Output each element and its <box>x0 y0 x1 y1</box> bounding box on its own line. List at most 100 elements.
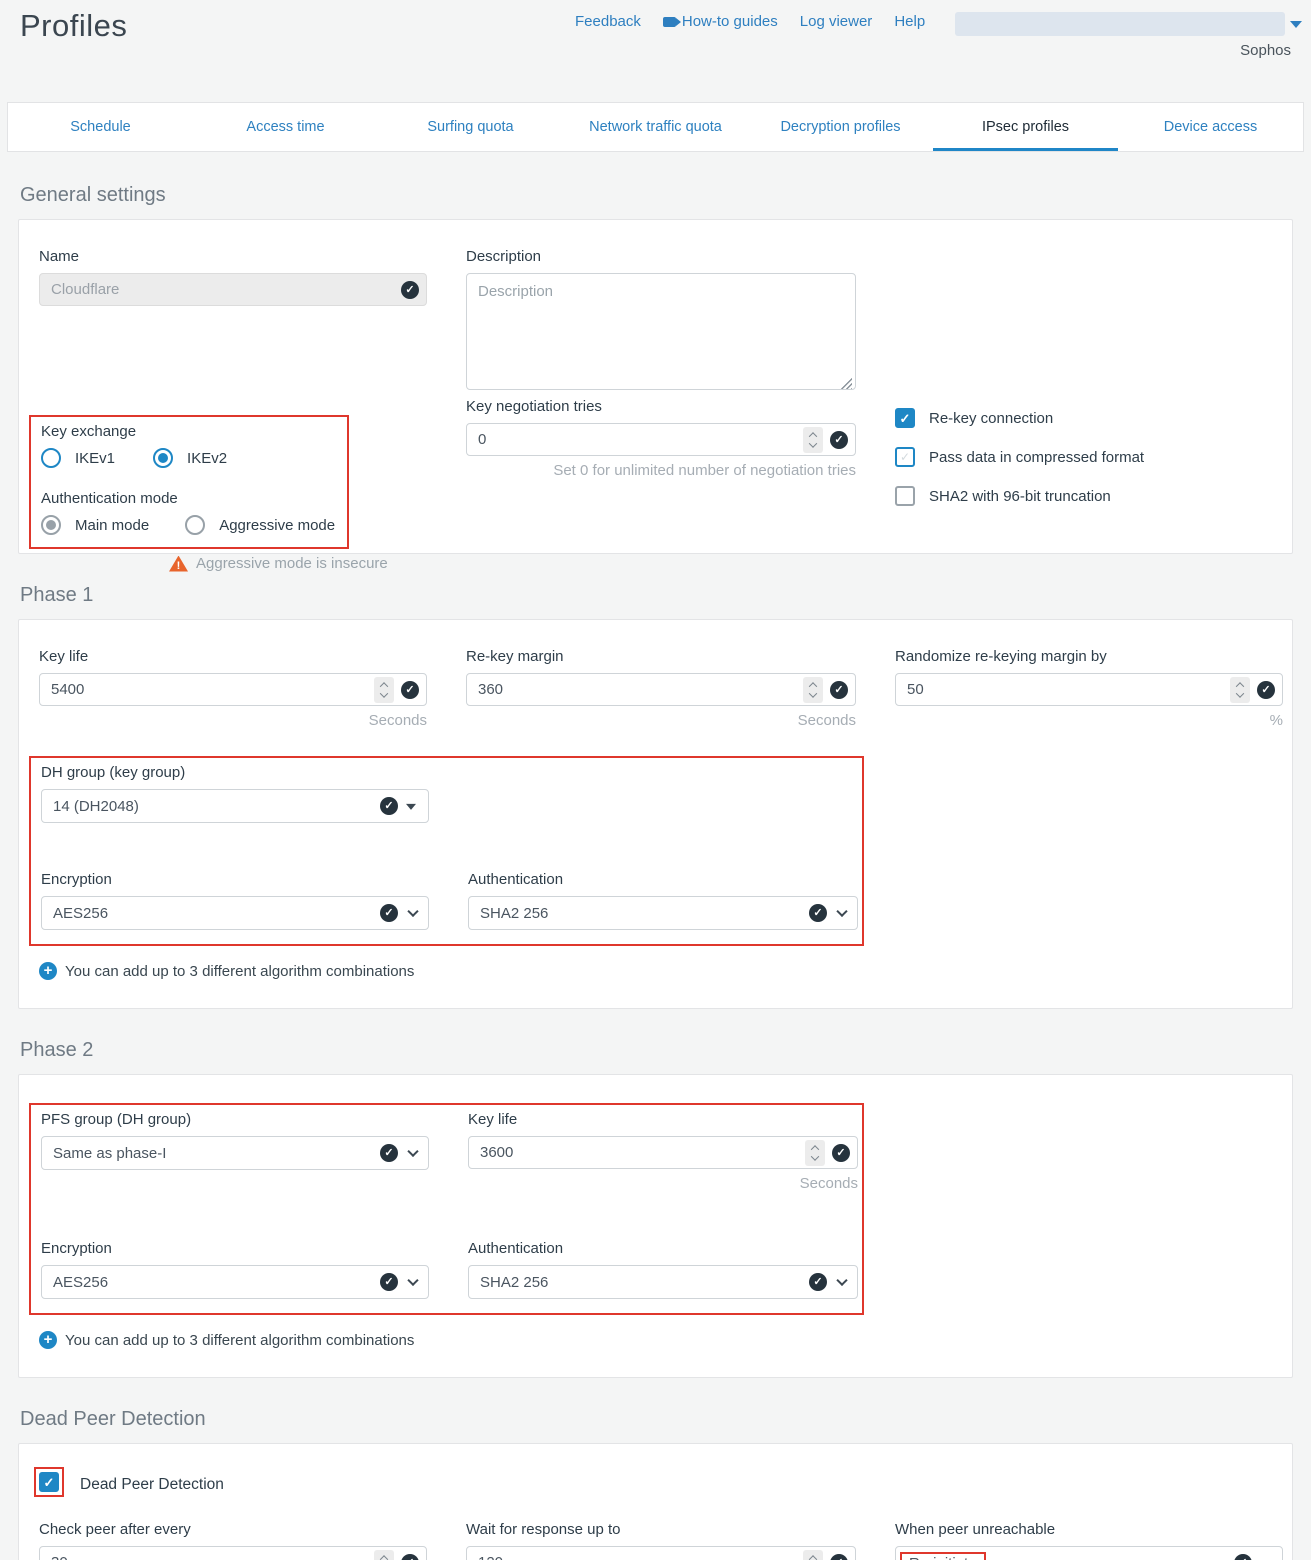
dropdown-caret-icon <box>406 804 416 810</box>
phase2-algorithms-annotation-box: PFS group (DH group) Same as phase-I Key… <box>29 1103 864 1315</box>
number-spinner[interactable] <box>803 1550 823 1560</box>
aggressive-mode-radio-icon <box>185 515 205 535</box>
number-spinner[interactable] <box>1230 677 1250 703</box>
tab-network-traffic-quota[interactable]: Network traffic quota <box>563 103 748 151</box>
phase2-heading: Phase 2 <box>20 1039 1291 1062</box>
rekey-connection-option[interactable]: Re-key connection <box>895 408 1283 428</box>
phase2-encryption-select[interactable]: AES256 <box>41 1265 429 1299</box>
video-camera-icon <box>663 17 676 27</box>
valid-check-icon <box>401 1554 419 1560</box>
dpd-enable-checkbox-icon[interactable] <box>39 1472 59 1492</box>
chevron-down-icon <box>1261 1556 1272 1560</box>
name-field-group: Name <box>39 248 427 395</box>
compressed-format-option[interactable]: Pass data in compressed format <box>895 447 1283 467</box>
valid-check-icon <box>830 1554 848 1560</box>
page-title: Profiles <box>20 8 127 44</box>
valid-check-icon <box>401 281 419 299</box>
phase2-authentication-select[interactable]: SHA2 256 <box>468 1265 858 1299</box>
valid-check-icon <box>401 681 419 699</box>
phase1-dh-group-select[interactable]: 14 (DH2048) <box>41 789 429 823</box>
key-negotiation-input[interactable] <box>466 423 856 456</box>
rekey-connection-checkbox-icon <box>895 408 915 428</box>
phase1-key-life-input[interactable] <box>39 673 427 706</box>
valid-check-icon <box>380 797 398 815</box>
help-link[interactable]: Help <box>894 13 925 30</box>
warning-triangle-icon <box>169 556 188 572</box>
tab-surfing-quota[interactable]: Surfing quota <box>378 103 563 151</box>
sophos-logo: Sophos <box>1240 42 1291 59</box>
phase2-encryption-group: Encryption AES256 <box>41 1240 429 1299</box>
valid-check-icon <box>830 431 848 449</box>
tab-device-access[interactable]: Device access <box>1118 103 1303 151</box>
key-negotiation-group: Key negotiation tries Set 0 for unlimite… <box>466 398 856 525</box>
description-textarea[interactable] <box>466 273 856 390</box>
general-settings-heading: General settings <box>20 184 1291 207</box>
chevron-down-icon <box>407 906 418 917</box>
account-caret-icon[interactable] <box>1290 21 1302 28</box>
add-circle-icon <box>39 1331 57 1349</box>
phase1-rekey-margin-group: Re-key margin Seconds <box>466 648 856 729</box>
sha2-truncation-option[interactable]: SHA2 with 96-bit truncation <box>895 486 1283 506</box>
phase1-key-life-group: Key life Seconds <box>39 648 427 729</box>
phase1-randomize-input[interactable] <box>895 673 1283 706</box>
page-header: Profiles Feedback How-to guides Log view… <box>0 0 1311 102</box>
phase1-rekey-margin-input[interactable] <box>466 673 856 706</box>
number-spinner[interactable] <box>803 427 823 453</box>
dpd-check-peer-input[interactable] <box>39 1546 427 1560</box>
dpd-card: Dead Peer Detection Check peer after eve… <box>18 1443 1293 1560</box>
phase2-key-life-group: Key life Seconds <box>468 1111 858 1192</box>
howto-guides-link[interactable]: How-to guides <box>663 13 778 30</box>
dpd-checkbox-annotation-box <box>34 1467 64 1497</box>
dpd-peer-unreachable-group: When peer unreachable Re-initiate <box>895 1521 1283 1560</box>
phase2-pfs-group-select[interactable]: Same as phase-I <box>41 1136 429 1170</box>
number-spinner[interactable] <box>374 677 394 703</box>
account-selector[interactable] <box>955 12 1285 36</box>
description-field-group: Description <box>466 248 856 395</box>
phase2-authentication-group: Authentication SHA2 256 <box>468 1240 858 1299</box>
phase1-encryption-select[interactable]: AES256 <box>41 896 429 930</box>
number-spinner[interactable] <box>803 677 823 703</box>
number-spinner[interactable] <box>374 1550 394 1560</box>
valid-check-icon <box>380 1144 398 1162</box>
phase1-dh-group: DH group (key group) 14 (DH2048) <box>41 764 429 823</box>
phase1-algorithms-annotation-box: DH group (key group) 14 (DH2048) Encrypt… <box>29 756 864 946</box>
dpd-heading: Dead Peer Detection <box>20 1408 1291 1431</box>
number-spinner[interactable] <box>805 1140 825 1166</box>
ikev2-radio-icon <box>153 448 173 468</box>
phase1-authentication-select[interactable]: SHA2 256 <box>468 896 858 930</box>
tab-schedule[interactable]: Schedule <box>8 103 193 151</box>
dpd-wait-response-input[interactable] <box>466 1546 856 1560</box>
tab-ipsec-profiles[interactable]: IPsec profiles <box>933 103 1118 151</box>
valid-check-icon <box>1257 681 1275 699</box>
phase1-authentication-group: Authentication SHA2 256 <box>468 871 858 930</box>
valid-check-icon <box>809 1273 827 1291</box>
dpd-enable-label: Dead Peer Detection <box>80 1476 224 1494</box>
phase2-pfs-group: PFS group (DH group) Same as phase-I <box>41 1111 429 1192</box>
sha2-truncation-checkbox-icon <box>895 486 915 506</box>
phase1-card: Key life Seconds Re-key margin Seconds <box>18 619 1293 1009</box>
add-circle-icon <box>39 962 57 980</box>
log-viewer-link[interactable]: Log viewer <box>800 13 873 30</box>
phase1-add-combination-note[interactable]: You can add up to 3 different algorithm … <box>39 962 1272 980</box>
chevron-down-icon <box>836 1275 847 1286</box>
valid-check-icon <box>380 1273 398 1291</box>
reinitiate-annotation-box: Re-initiate <box>900 1552 986 1560</box>
chevron-down-icon <box>836 906 847 917</box>
chevron-down-icon <box>407 1275 418 1286</box>
name-input[interactable] <box>39 273 427 306</box>
aggressive-mode-warning: Aggressive mode is insecure <box>196 555 388 572</box>
phase2-key-life-input[interactable] <box>468 1136 858 1169</box>
phase2-add-combination-note[interactable]: You can add up to 3 different algorithm … <box>39 1331 1272 1349</box>
tab-decryption-profiles[interactable]: Decryption profiles <box>748 103 933 151</box>
general-settings-card: Name Description Key exchange <box>18 219 1293 554</box>
phase2-card: PFS group (DH group) Same as phase-I Key… <box>18 1074 1293 1378</box>
feedback-link[interactable]: Feedback <box>575 13 641 30</box>
dpd-peer-unreachable-select[interactable]: Re-initiate <box>895 1546 1283 1560</box>
chevron-down-icon <box>407 1146 418 1157</box>
main-mode-radio-icon <box>41 515 61 535</box>
name-label: Name <box>39 248 427 265</box>
tab-access-time[interactable]: Access time <box>193 103 378 151</box>
valid-check-icon <box>832 1144 850 1162</box>
phase1-randomize-group: Randomize re-keying margin by % <box>895 648 1283 729</box>
key-negotiation-label: Key negotiation tries <box>466 398 856 415</box>
